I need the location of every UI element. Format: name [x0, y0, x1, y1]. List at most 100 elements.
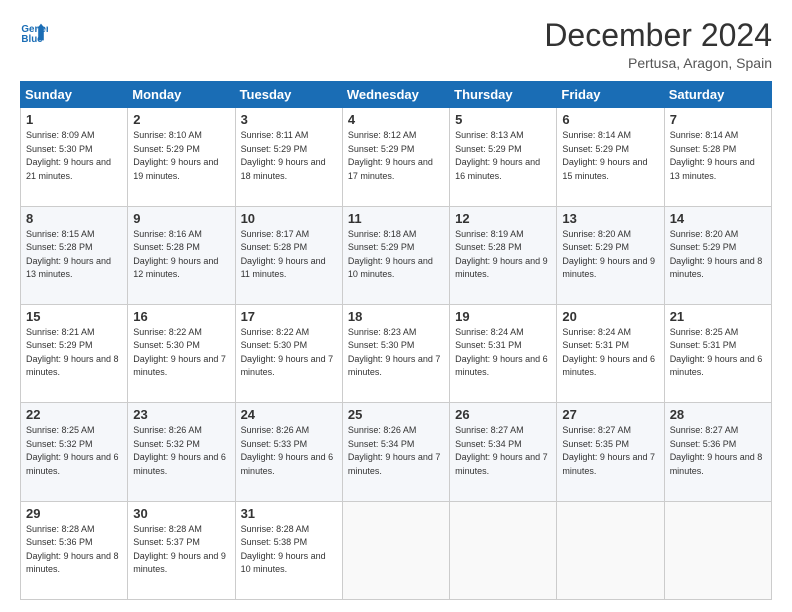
col-thursday: Thursday	[450, 82, 557, 108]
day-info: Sunrise: 8:19 AM Sunset: 5:28 PM Dayligh…	[455, 228, 551, 282]
table-row: 8Sunrise: 8:15 AM Sunset: 5:28 PM Daylig…	[21, 206, 128, 304]
calendar-header-row: Sunday Monday Tuesday Wednesday Thursday…	[21, 82, 772, 108]
day-number: 11	[348, 211, 444, 226]
day-number: 6	[562, 112, 658, 127]
table-row: 20 Sunrise: 8:24 AM Sunset: 5:31 PM Dayli…	[557, 304, 664, 402]
day-info: Sunrise: 8:26 AM Sunset: 5:32 PM Dayligh…	[133, 424, 229, 478]
table-row: 3 Sunrise: 8:11 AM Sunset: 5:29 PM Daylig…	[235, 108, 342, 206]
table-row: 12 Sunrise: 8:19 AM Sunset: 5:28 PM Dayli…	[450, 206, 557, 304]
day-number: 22	[26, 407, 122, 422]
table-row	[557, 501, 664, 599]
table-row: 13Sunrise: 8:20 AM Sunset: 5:29 PM Dayli…	[557, 206, 664, 304]
day-info: Sunrise: 8:16 AM Sunset: 5:28 PM Dayligh…	[133, 228, 229, 282]
day-number: 8	[26, 211, 122, 226]
day-info: Sunrise: 8:14 AM Sunset: 5:29 PM Dayligh…	[562, 129, 658, 183]
day-info: Sunrise: 8:25 AM Sunset: 5:32 PM Dayligh…	[26, 424, 122, 478]
table-row: 22 Sunrise: 8:25 AM Sunset: 5:32 PM Dayli…	[21, 403, 128, 501]
title-block: December 2024 Pertusa, Aragon, Spain	[544, 18, 772, 71]
day-number: 4	[348, 112, 444, 127]
table-row: 31Sunrise: 8:28 AM Sunset: 5:38 PM Dayli…	[235, 501, 342, 599]
day-info: Sunrise: 8:24 AM Sunset: 5:31 PM Dayligh…	[562, 326, 658, 380]
col-monday: Monday	[128, 82, 235, 108]
day-number: 26	[455, 407, 551, 422]
table-row: 27Sunrise: 8:27 AM Sunset: 5:35 PM Dayli…	[557, 403, 664, 501]
day-number: 25	[348, 407, 444, 422]
day-number: 23	[133, 407, 229, 422]
table-row: 15 Sunrise: 8:21 AM Sunset: 5:29 PM Dayli…	[21, 304, 128, 402]
day-info: Sunrise: 8:12 AM Sunset: 5:29 PM Dayligh…	[348, 129, 444, 183]
table-row: 4 Sunrise: 8:12 AM Sunset: 5:29 PM Daylig…	[342, 108, 449, 206]
day-info: Sunrise: 8:28 AM Sunset: 5:37 PM Dayligh…	[133, 523, 229, 577]
col-tuesday: Tuesday	[235, 82, 342, 108]
table-row: 23 Sunrise: 8:26 AM Sunset: 5:32 PM Dayli…	[128, 403, 235, 501]
table-row: 21 Sunrise: 8:25 AM Sunset: 5:31 PM Dayli…	[664, 304, 771, 402]
day-info: Sunrise: 8:18 AM Sunset: 5:29 PM Dayligh…	[348, 228, 444, 282]
table-row: 10 Sunrise: 8:17 AM Sunset: 5:28 PM Dayli…	[235, 206, 342, 304]
day-info: Sunrise: 8:28 AM Sunset: 5:38 PM Dayligh…	[241, 523, 337, 577]
table-row: 2 Sunrise: 8:10 AM Sunset: 5:29 PM Daylig…	[128, 108, 235, 206]
day-number: 20	[562, 309, 658, 324]
page: General Blue December 2024 Pertusa, Arag…	[0, 0, 792, 612]
day-info: Sunrise: 8:17 AM Sunset: 5:28 PM Dayligh…	[241, 228, 337, 282]
day-info: Sunrise: 8:20 AM Sunset: 5:29 PM Dayligh…	[670, 228, 766, 282]
header: General Blue December 2024 Pertusa, Arag…	[20, 18, 772, 71]
location-subtitle: Pertusa, Aragon, Spain	[544, 55, 772, 71]
day-number: 27	[562, 407, 658, 422]
day-info: Sunrise: 8:20 AM Sunset: 5:29 PM Dayligh…	[562, 228, 658, 282]
table-row: 17 Sunrise: 8:22 AM Sunset: 5:30 PM Dayli…	[235, 304, 342, 402]
day-info: Sunrise: 8:09 AM Sunset: 5:30 PM Dayligh…	[26, 129, 122, 183]
day-number: 28	[670, 407, 766, 422]
day-number: 2	[133, 112, 229, 127]
calendar-table: Sunday Monday Tuesday Wednesday Thursday…	[20, 81, 772, 600]
day-info: Sunrise: 8:27 AM Sunset: 5:34 PM Dayligh…	[455, 424, 551, 478]
table-row: 5 Sunrise: 8:13 AM Sunset: 5:29 PM Daylig…	[450, 108, 557, 206]
table-row: 26 Sunrise: 8:27 AM Sunset: 5:34 PM Dayli…	[450, 403, 557, 501]
table-row: 29 Sunrise: 8:28 AM Sunset: 5:36 PM Dayli…	[21, 501, 128, 599]
day-info: Sunrise: 8:14 AM Sunset: 5:28 PM Dayligh…	[670, 129, 766, 183]
day-info: Sunrise: 8:27 AM Sunset: 5:36 PM Dayligh…	[670, 424, 766, 478]
day-number: 5	[455, 112, 551, 127]
table-row: 14Sunrise: 8:20 AM Sunset: 5:29 PM Dayli…	[664, 206, 771, 304]
day-info: Sunrise: 8:10 AM Sunset: 5:29 PM Dayligh…	[133, 129, 229, 183]
table-row: 18Sunrise: 8:23 AM Sunset: 5:30 PM Dayli…	[342, 304, 449, 402]
day-number: 21	[670, 309, 766, 324]
day-number: 17	[241, 309, 337, 324]
day-number: 16	[133, 309, 229, 324]
day-info: Sunrise: 8:11 AM Sunset: 5:29 PM Dayligh…	[241, 129, 337, 183]
day-number: 19	[455, 309, 551, 324]
col-sunday: Sunday	[21, 82, 128, 108]
day-info: Sunrise: 8:13 AM Sunset: 5:29 PM Dayligh…	[455, 129, 551, 183]
day-info: Sunrise: 8:21 AM Sunset: 5:29 PM Dayligh…	[26, 326, 122, 380]
day-number: 12	[455, 211, 551, 226]
day-number: 10	[241, 211, 337, 226]
day-info: Sunrise: 8:26 AM Sunset: 5:34 PM Dayligh…	[348, 424, 444, 478]
table-row: 16Sunrise: 8:22 AM Sunset: 5:30 PM Dayli…	[128, 304, 235, 402]
table-row: 19 Sunrise: 8:24 AM Sunset: 5:31 PM Dayli…	[450, 304, 557, 402]
day-info: Sunrise: 8:25 AM Sunset: 5:31 PM Dayligh…	[670, 326, 766, 380]
table-row: 9 Sunrise: 8:16 AM Sunset: 5:28 PM Daylig…	[128, 206, 235, 304]
day-number: 3	[241, 112, 337, 127]
day-info: Sunrise: 8:23 AM Sunset: 5:30 PM Dayligh…	[348, 326, 444, 380]
day-info: Sunrise: 8:24 AM Sunset: 5:31 PM Dayligh…	[455, 326, 551, 380]
table-row: 25 Sunrise: 8:26 AM Sunset: 5:34 PM Dayli…	[342, 403, 449, 501]
day-info: Sunrise: 8:26 AM Sunset: 5:33 PM Dayligh…	[241, 424, 337, 478]
month-title: December 2024	[544, 18, 772, 53]
day-info: Sunrise: 8:28 AM Sunset: 5:36 PM Dayligh…	[26, 523, 122, 577]
logo: General Blue	[20, 18, 48, 46]
table-row: 30Sunrise: 8:28 AM Sunset: 5:37 PM Dayli…	[128, 501, 235, 599]
table-row: 6 Sunrise: 8:14 AM Sunset: 5:29 PM Daylig…	[557, 108, 664, 206]
day-number: 1	[26, 112, 122, 127]
table-row: 7Sunrise: 8:14 AM Sunset: 5:28 PM Daylig…	[664, 108, 771, 206]
table-row: 1 Sunrise: 8:09 AM Sunset: 5:30 PM Daylig…	[21, 108, 128, 206]
table-row: 11 Sunrise: 8:18 AM Sunset: 5:29 PM Dayli…	[342, 206, 449, 304]
day-number: 9	[133, 211, 229, 226]
table-row	[450, 501, 557, 599]
table-row: 28 Sunrise: 8:27 AM Sunset: 5:36 PM Dayli…	[664, 403, 771, 501]
table-row	[342, 501, 449, 599]
table-row	[664, 501, 771, 599]
day-number: 15	[26, 309, 122, 324]
logo-icon: General Blue	[20, 18, 48, 46]
day-info: Sunrise: 8:22 AM Sunset: 5:30 PM Dayligh…	[241, 326, 337, 380]
table-row: 24Sunrise: 8:26 AM Sunset: 5:33 PM Dayli…	[235, 403, 342, 501]
day-number: 29	[26, 506, 122, 521]
